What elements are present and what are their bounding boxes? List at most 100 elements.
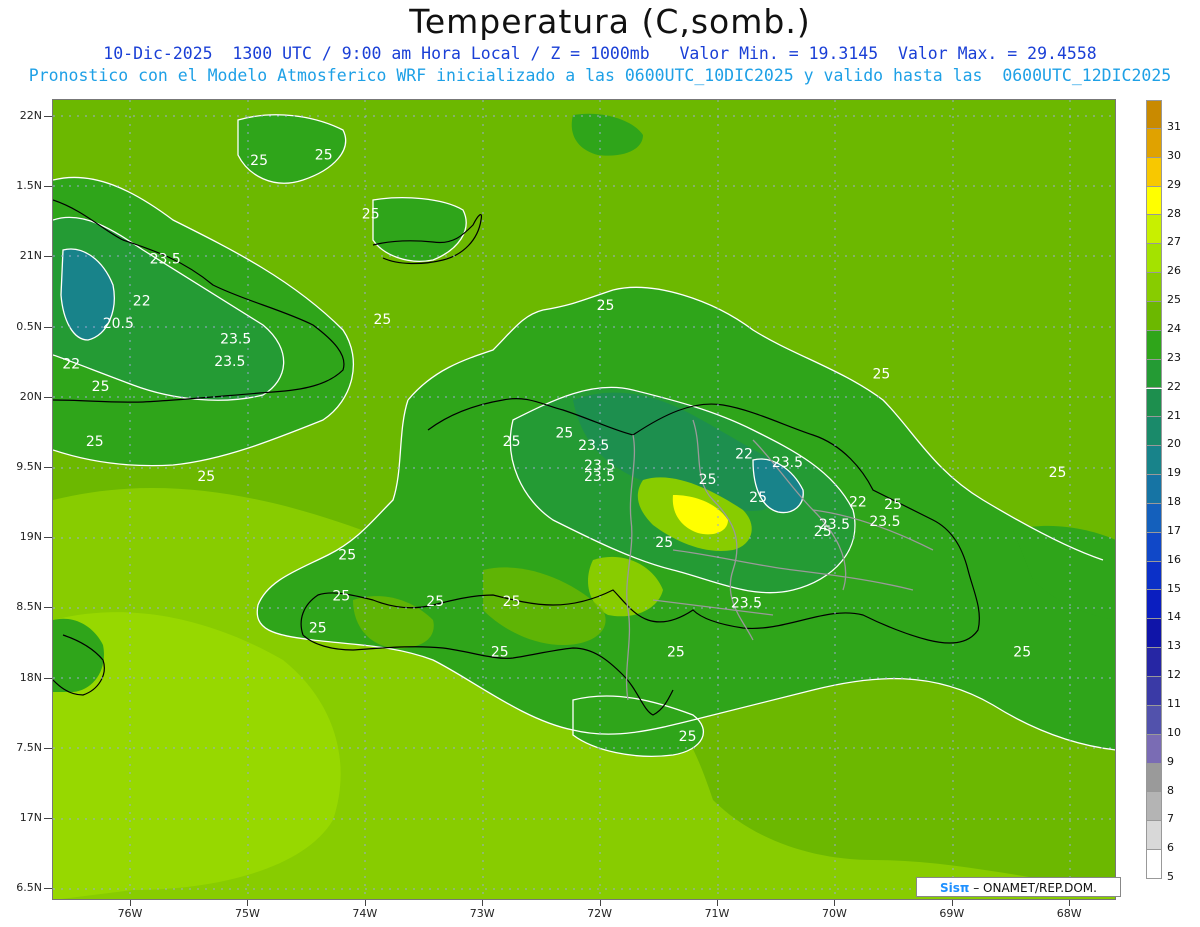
map-title: Temperatura (C,somb.) [409, 2, 811, 41]
contour-label: 25 [872, 367, 890, 383]
colorbar-swatch [1146, 763, 1162, 793]
colorbar-swatch [1146, 850, 1162, 879]
colorbar-swatch [1146, 677, 1162, 706]
colorbar-swatch [1146, 821, 1162, 851]
contour-label: 23.5 [220, 331, 251, 347]
contour-label: 22 [849, 494, 867, 510]
contour-label: 25 [555, 426, 573, 442]
contour-label: 23.5 [731, 595, 762, 611]
longitude-tick-label: 75W [234, 907, 260, 920]
colorbar-swatch [1146, 330, 1162, 360]
colorbar-label: 8 [1167, 783, 1174, 797]
colorbar-swatch [1146, 446, 1162, 476]
latitude-tick [44, 396, 52, 398]
longitude-tick [364, 900, 366, 906]
colorbar-label: 26 [1167, 264, 1181, 278]
colorbar-label: 24 [1167, 321, 1181, 335]
latitude-tick-label: 17N [19, 811, 42, 824]
latitude-tick [44, 677, 52, 679]
longitude-tick-label: 68W [1056, 907, 1082, 920]
colorbar-swatch [1146, 128, 1162, 158]
colorbar-label: 16 [1167, 552, 1181, 566]
contour-label: 23.5 [578, 438, 609, 454]
colorbar-swatch [1146, 619, 1162, 649]
contour-label: 25 [491, 645, 509, 661]
colorbar-swatch [1146, 561, 1162, 591]
contour-label: 25 [338, 548, 356, 564]
colorbar-swatch [1146, 532, 1162, 562]
contour-label: 23.5 [869, 514, 900, 530]
colorbar-label: 20 [1167, 437, 1181, 451]
latitude-tick-label: 9.5N [16, 460, 42, 473]
contour-label: 25 [197, 469, 215, 485]
colorbar-swatch [1146, 648, 1162, 677]
latitude-tick-label: 8.5N [16, 600, 42, 614]
colorbar-swatch [1146, 417, 1162, 447]
latitude-tick-label: 19N [19, 530, 42, 544]
contour-label: 25 [92, 379, 110, 395]
contour-label: 25 [679, 729, 697, 745]
latitude-tick [44, 186, 52, 188]
colorbar-label: 9 [1167, 754, 1174, 768]
longitude-tick-label: 69W [939, 907, 965, 920]
longitude-tick-label: 73W [469, 907, 495, 920]
latitude-tick [44, 467, 52, 468]
contour-label: 20.5 [103, 316, 134, 332]
colorbar-label: 25 [1167, 293, 1181, 307]
longitude-tick-label: 76W [117, 907, 143, 920]
latitude-tick [44, 256, 52, 258]
colorbar-swatch [1146, 705, 1162, 735]
latitude-tick [44, 537, 52, 539]
longitude-tick-label: 72W [587, 907, 613, 920]
colorbar-label: 17 [1167, 523, 1181, 537]
contour-label: 22 [735, 447, 753, 463]
longitude-tick [130, 900, 131, 906]
colorbar-label: 5 [1167, 870, 1174, 884]
longitude-tick [951, 900, 953, 906]
latitude-tick-label: 20N [19, 389, 42, 403]
contour-label: 25 [667, 645, 685, 661]
contour-label: 25 [1013, 645, 1031, 661]
colorbar-label: 30 [1167, 148, 1181, 162]
contour-label: 23.5 [819, 517, 850, 533]
latitude-tick [44, 888, 52, 890]
contour-label: 25 [884, 497, 902, 513]
colorbar-label: 10 [1167, 725, 1181, 739]
contour-label: 25 [503, 434, 521, 450]
model-init-subtitle: Pronostico con el Modelo Atmosferico WRF… [28, 66, 1172, 85]
latitude-tick-label: 1.5N [16, 179, 42, 193]
contour-label: 25 [1049, 465, 1067, 481]
longitude-tick [599, 900, 601, 906]
colorbar-swatch [1146, 503, 1162, 533]
contour-label: 25 [332, 588, 350, 604]
credit-box: Sisπ – ONAMET/REP.DOM. [916, 877, 1121, 897]
colorbar-swatch [1146, 273, 1162, 302]
colorbar-swatch [1146, 734, 1162, 764]
colorbar-label: 11 [1167, 697, 1181, 710]
contour-label: 25 [309, 621, 327, 637]
contour-label: 22 [133, 294, 151, 310]
latitude-tick [44, 607, 52, 609]
latitude-tick-label: 21N [19, 249, 42, 263]
longitude-tick-label: 70W [821, 907, 847, 920]
colorbar-label: 18 [1167, 495, 1181, 509]
colorbar-swatch [1146, 186, 1162, 216]
colorbar-label: 12 [1167, 668, 1181, 682]
colorbar-label: 19 [1167, 466, 1181, 480]
temperature-map: 25 2523.52220.523.523.5222525252525252525… [53, 100, 1116, 900]
latitude-tick-label: 18N [19, 670, 42, 684]
longitude-tick [717, 900, 718, 906]
latitude-tick-label: 0.5N [16, 319, 42, 333]
latitude-tick [44, 747, 52, 749]
contour-label: 25 [86, 434, 104, 450]
latitude-tick-label: 7.5N [16, 740, 42, 754]
longitude-tick-label: 74W [352, 907, 378, 920]
longitude-tick [1069, 900, 1071, 906]
longitude-tick-label: 71W [704, 907, 730, 920]
latitude-tick-label: 6.5N [16, 881, 42, 895]
contour-label: 25 [749, 490, 767, 506]
colorbar-swatch [1146, 215, 1162, 245]
longitude-tick [834, 900, 836, 906]
latitude-tick [44, 116, 52, 117]
contour-label: 25 [597, 298, 615, 314]
